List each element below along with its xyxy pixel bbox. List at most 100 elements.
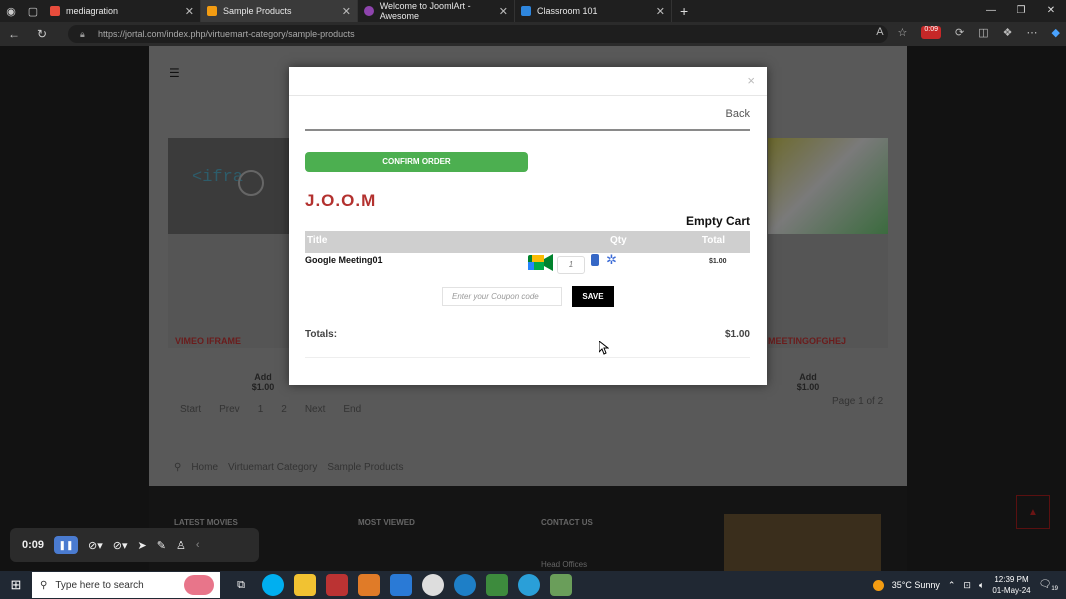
col-qty: Qty bbox=[610, 235, 627, 246]
product-thumbnail[interactable] bbox=[768, 138, 888, 234]
url-field[interactable]: 🔒︎ https://jortal.com/index.php/virtuema… bbox=[68, 25, 888, 43]
restore-icon[interactable]: ❐ bbox=[1006, 0, 1036, 22]
product-name[interactable]: MEETINGOFGHEJ bbox=[768, 336, 846, 346]
cart-item-title[interactable]: Google Meeting01 bbox=[305, 255, 383, 265]
new-tab-icon[interactable]: + bbox=[680, 3, 688, 19]
tab-classroom[interactable]: Classroom 101 ✕ bbox=[515, 0, 672, 22]
hamburger-menu-icon[interactable]: ☰ bbox=[169, 66, 180, 80]
app-icon[interactable] bbox=[550, 574, 572, 596]
edge-icon[interactable] bbox=[454, 574, 476, 596]
notepad-icon[interactable] bbox=[486, 574, 508, 596]
close-tab-icon[interactable]: ✕ bbox=[656, 5, 665, 18]
clock-date: 01-May-24 bbox=[992, 586, 1031, 595]
tab-joomlart[interactable]: Welcome to JoomlArt - Awesome ✕ bbox=[358, 0, 515, 22]
add-to-cart[interactable]: Add $1.00 bbox=[238, 372, 288, 392]
close-tab-icon[interactable]: ✕ bbox=[342, 5, 351, 18]
back-arrow-icon[interactable]: ← bbox=[0, 27, 28, 41]
breadcrumb-category[interactable]: Virtuemart Category bbox=[228, 462, 317, 473]
tab-mediagration[interactable]: mediagration ✕ bbox=[44, 0, 201, 22]
cart-item-total: $1.00 bbox=[709, 258, 727, 265]
cart-table-header: Title Qty Total bbox=[305, 231, 750, 253]
notification-icon[interactable]: 🗨︎19 bbox=[1039, 579, 1058, 592]
speaker-icon[interactable]: 🔈︎ bbox=[979, 580, 984, 591]
modal-footer-divider bbox=[305, 357, 750, 358]
save-coupon-button[interactable]: SAVE bbox=[572, 286, 614, 307]
pager-start[interactable]: Start bbox=[180, 404, 201, 415]
add-label: Add bbox=[254, 372, 272, 382]
joomlart-icon bbox=[364, 6, 374, 16]
coupon-input[interactable]: Enter your Coupon code bbox=[442, 287, 562, 306]
window-controls: — ❐ ✕ bbox=[976, 0, 1066, 22]
weather-text[interactable]: 35°C Sunny bbox=[892, 580, 940, 590]
product-name[interactable]: VIMEO IFRAME bbox=[175, 336, 241, 346]
pointer-icon[interactable]: ➤ bbox=[138, 539, 147, 552]
mic-off-icon[interactable]: ⊘▾ bbox=[88, 539, 103, 552]
pause-button[interactable]: ❚❚ bbox=[54, 536, 79, 554]
notification-count: 19 bbox=[1051, 585, 1058, 592]
windows-start-icon[interactable]: ⊞ bbox=[0, 577, 32, 593]
footer-heading: MOST VIEWED bbox=[358, 518, 415, 527]
network-icon[interactable]: ⊡ bbox=[963, 580, 971, 591]
remove-item-icon[interactable]: ✲ bbox=[606, 252, 617, 268]
pager-prev[interactable]: Prev bbox=[219, 404, 240, 415]
taskbar-search[interactable]: ⚲ Type here to search bbox=[32, 572, 220, 598]
add-to-cart[interactable]: Add $1.00 bbox=[783, 372, 833, 392]
pager-end[interactable]: End bbox=[343, 404, 361, 415]
collapse-icon[interactable]: ‹ bbox=[196, 539, 200, 551]
copilot-icon[interactable]: ◆ bbox=[1052, 26, 1060, 39]
breadcrumb-home[interactable]: Home bbox=[191, 462, 218, 473]
close-window-icon[interactable]: ✕ bbox=[1036, 0, 1066, 22]
totals-value: $1.00 bbox=[724, 329, 750, 340]
tray-chevron-icon[interactable]: ⌃ bbox=[948, 580, 956, 591]
profile-icon[interactable]: ◉ bbox=[0, 0, 22, 22]
tab-actions-icon[interactable]: ▢ bbox=[22, 0, 44, 22]
recording-badge[interactable]: 0:09 bbox=[921, 26, 942, 39]
pager-page-1[interactable]: 1 bbox=[258, 404, 264, 415]
vscode-icon[interactable] bbox=[390, 574, 412, 596]
camera-off-icon[interactable]: ⊘▾ bbox=[113, 539, 128, 552]
back-link[interactable]: Back bbox=[726, 108, 750, 120]
close-tab-icon[interactable]: ✕ bbox=[185, 5, 194, 18]
pager-page-2[interactable]: 2 bbox=[281, 404, 287, 415]
footer-image bbox=[724, 514, 881, 571]
browser-tab-bar: ◉ ▢ mediagration ✕ Sample Products ✕ Wel… bbox=[0, 0, 1066, 22]
joomla-icon bbox=[50, 6, 60, 16]
pen-icon[interactable]: ✎ bbox=[157, 539, 166, 552]
read-aloud-icon[interactable]: A bbox=[876, 26, 883, 39]
back-divider bbox=[305, 129, 750, 131]
cart-modal: × Back CONFIRM ORDER J.O.O.M Empty Cart … bbox=[289, 67, 767, 385]
more-menu-icon[interactable]: ⋯ bbox=[1027, 26, 1038, 39]
url-text: https://jortal.com/index.php/virtuemart-… bbox=[98, 29, 355, 39]
collections-icon[interactable]: ❖ bbox=[1003, 26, 1013, 39]
task-view-icon[interactable]: ⧉ bbox=[230, 574, 252, 596]
modal-close-button[interactable]: × bbox=[747, 73, 755, 88]
product-card[interactable]: MEETINGOFGHEJ Add $1.00 bbox=[768, 138, 888, 392]
add-label: Add bbox=[799, 372, 817, 382]
minimize-icon[interactable]: — bbox=[976, 0, 1006, 22]
chrome-icon[interactable] bbox=[422, 574, 444, 596]
tab-sample-products[interactable]: Sample Products ✕ bbox=[201, 0, 358, 22]
scroll-top-button[interactable]: ▲ bbox=[1016, 495, 1050, 529]
favorite-star-icon[interactable]: ☆ bbox=[898, 26, 908, 39]
sublime-icon[interactable] bbox=[358, 574, 380, 596]
skype-icon[interactable] bbox=[262, 574, 284, 596]
page-count: Page 1 of 2 bbox=[832, 396, 884, 407]
search-icon: ⚲ bbox=[40, 579, 48, 591]
joomla-icon bbox=[207, 6, 217, 16]
edge-dev-icon[interactable] bbox=[518, 574, 540, 596]
system-tray: 35°C Sunny ⌃ ⊡ 🔈︎ 12:39 PM 01-May-24 🗨︎1… bbox=[872, 571, 1066, 599]
filezilla-icon[interactable] bbox=[326, 574, 348, 596]
close-tab-icon[interactable]: ✕ bbox=[499, 5, 508, 18]
reload-icon[interactable]: ↻ bbox=[28, 27, 56, 41]
clock[interactable]: 12:39 PM 01-May-24 bbox=[992, 574, 1030, 596]
confirm-order-button[interactable]: CONFIRM ORDER bbox=[305, 152, 528, 172]
update-qty-icon[interactable] bbox=[591, 254, 599, 266]
split-screen-icon[interactable]: ◫ bbox=[978, 26, 988, 39]
extensions-icon[interactable]: ⟳ bbox=[955, 26, 964, 39]
totals-label: Totals: bbox=[305, 329, 338, 340]
col-title: Title bbox=[307, 235, 328, 246]
pager-next[interactable]: Next bbox=[305, 404, 326, 415]
quantity-field[interactable]: 1 bbox=[557, 256, 585, 274]
file-explorer-icon[interactable] bbox=[294, 574, 316, 596]
eraser-icon[interactable]: ♙ bbox=[176, 539, 186, 552]
